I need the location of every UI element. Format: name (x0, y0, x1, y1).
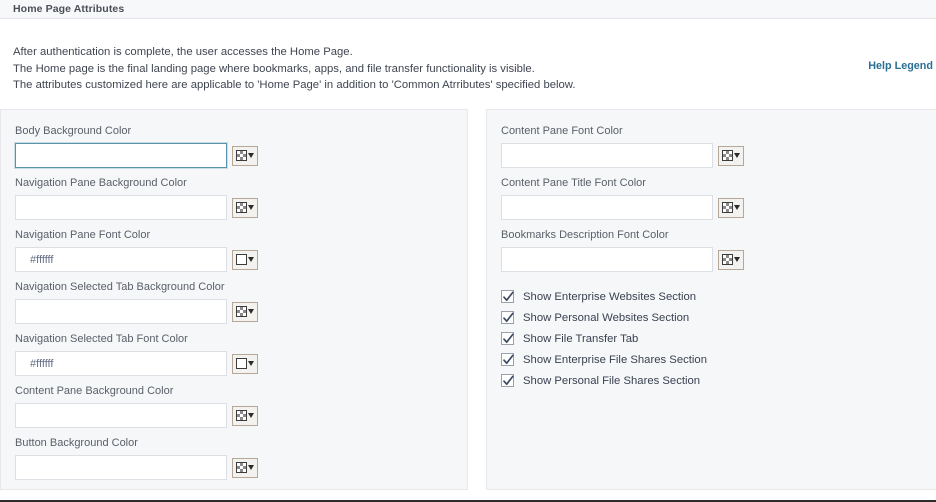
field-label: Content Pane Title Font Color (501, 177, 646, 189)
button-background-color-input[interactable] (15, 455, 227, 480)
right-attributes-panel: Content Pane Font Color Content Pane Tit… (486, 109, 936, 490)
field-control (15, 351, 453, 376)
checkbox-show-personal-websites-section[interactable]: Show Personal Websites Section (501, 307, 936, 328)
color-swatch-icon (236, 358, 247, 369)
color-picker-button[interactable] (232, 405, 258, 426)
color-swatch-icon (236, 306, 247, 317)
field-content-pane-font-color: Content Pane Font Color (501, 124, 936, 168)
color-picker-button[interactable] (718, 197, 744, 218)
chevron-down-icon (248, 257, 254, 262)
field-control (15, 299, 453, 324)
field-navigation-pane-background-color: Navigation Pane Background Color (15, 176, 453, 220)
field-label: Button Background Color (15, 437, 138, 449)
chevron-down-icon (248, 309, 254, 314)
color-picker-button[interactable] (232, 249, 258, 270)
color-picker-button[interactable] (718, 145, 744, 166)
home-page-attributes-screen: Home Page Attributes After authenticatio… (0, 0, 936, 502)
attributes-panels: Body Background Color Navigation Pane Ba… (0, 109, 936, 500)
color-picker-button[interactable] (232, 353, 258, 374)
help-legend-link[interactable]: Help Legend (868, 60, 933, 72)
checkbox-label: Show File Transfer Tab (523, 332, 639, 345)
bookmarks-description-font-color-input[interactable] (501, 247, 713, 272)
color-swatch-icon (236, 410, 247, 421)
field-control (15, 247, 453, 272)
field-bookmarks-description-font-color: Bookmarks Description Font Color (501, 228, 936, 272)
color-picker-button[interactable] (232, 197, 258, 218)
checkbox-label: Show Personal Websites Section (523, 311, 690, 324)
color-swatch-icon (722, 202, 733, 213)
field-control (15, 455, 453, 480)
intro-line-2: The Home page is the final landing page … (13, 62, 535, 75)
chevron-down-icon (734, 257, 740, 262)
content-pane-title-font-color-input[interactable] (501, 195, 713, 220)
navigation-pane-font-color-input[interactable] (15, 247, 227, 272)
field-label: Bookmarks Description Font Color (501, 229, 669, 241)
field-control (15, 403, 453, 428)
navigation-pane-background-color-input[interactable] (15, 195, 227, 220)
field-label: Navigation Selected Tab Background Color (15, 281, 225, 293)
field-control (15, 143, 453, 168)
field-label: Navigation Pane Background Color (15, 177, 187, 189)
left-attributes-panel: Body Background Color Navigation Pane Ba… (0, 109, 468, 490)
color-picker-button[interactable] (718, 249, 744, 270)
checkmark-icon[interactable] (501, 290, 514, 303)
field-label: Navigation Selected Tab Font Color (15, 333, 188, 345)
checkbox-label: Show Personal File Shares Section (523, 374, 701, 387)
checkbox-show-enterprise-file-shares-section[interactable]: Show Enterprise File Shares Section (501, 349, 936, 370)
field-body-background-color: Body Background Color (15, 124, 453, 168)
intro-line-1: After authentication is complete, the us… (13, 46, 353, 58)
color-picker-button[interactable] (232, 301, 258, 322)
color-picker-button[interactable] (232, 457, 258, 478)
content-pane-background-color-input[interactable] (15, 403, 227, 428)
checkmark-icon[interactable] (501, 311, 514, 324)
color-swatch-icon (722, 254, 733, 265)
chevron-down-icon (248, 413, 254, 418)
chevron-down-icon (734, 205, 740, 210)
field-control (501, 195, 936, 220)
navigation-selected-tab-font-color-input[interactable] (15, 351, 227, 376)
checkbox-show-personal-file-shares-section[interactable]: Show Personal File Shares Section (501, 370, 936, 391)
chevron-down-icon (734, 153, 740, 158)
intro-line-3: The attributes customized here are appli… (13, 79, 576, 91)
checkbox-show-enterprise-websites-section[interactable]: Show Enterprise Websites Section (501, 286, 936, 307)
field-navigation-selected-tab-background-color: Navigation Selected Tab Background Color (15, 280, 453, 324)
content-pane-font-color-input[interactable] (501, 143, 713, 168)
checkbox-show-file-transfer-tab[interactable]: Show File Transfer Tab (501, 328, 936, 349)
color-swatch-icon (722, 150, 733, 161)
field-navigation-pane-font-color: Navigation Pane Font Color (15, 228, 453, 272)
chevron-down-icon (248, 361, 254, 366)
checkmark-icon[interactable] (501, 332, 514, 345)
chevron-down-icon (248, 465, 254, 470)
field-content-pane-background-color: Content Pane Background Color (15, 384, 453, 428)
home-page-sections-checkbox-group: Show Enterprise Websites Section Show Pe… (501, 286, 936, 391)
checkbox-label: Show Enterprise Websites Section (523, 290, 697, 303)
section-header-bar: Home Page Attributes (0, 0, 936, 19)
color-swatch-icon (236, 254, 247, 265)
field-label: Content Pane Font Color (501, 125, 623, 137)
page-title: Home Page Attributes (13, 3, 125, 15)
color-swatch-icon (236, 150, 247, 161)
field-content-pane-title-font-color: Content Pane Title Font Color (501, 176, 936, 220)
navigation-selected-tab-background-color-input[interactable] (15, 299, 227, 324)
field-button-background-color: Button Background Color (15, 436, 453, 480)
chevron-down-icon (248, 153, 254, 158)
field-label: Content Pane Background Color (15, 385, 174, 397)
color-picker-button[interactable] (232, 145, 258, 166)
color-swatch-icon (236, 462, 247, 473)
body-background-color-input[interactable] (15, 143, 227, 168)
field-control (501, 247, 936, 272)
field-control (501, 143, 936, 168)
checkmark-icon[interactable] (501, 353, 514, 366)
chevron-down-icon (248, 205, 254, 210)
checkmark-icon[interactable] (501, 374, 514, 387)
field-control (15, 195, 453, 220)
color-swatch-icon (236, 202, 247, 213)
field-label: Body Background Color (15, 125, 132, 137)
checkbox-label: Show Enterprise File Shares Section (523, 353, 707, 366)
intro-description-region: After authentication is complete, the us… (0, 19, 936, 109)
field-label: Navigation Pane Font Color (15, 229, 151, 241)
field-navigation-selected-tab-font-color: Navigation Selected Tab Font Color (15, 332, 453, 376)
